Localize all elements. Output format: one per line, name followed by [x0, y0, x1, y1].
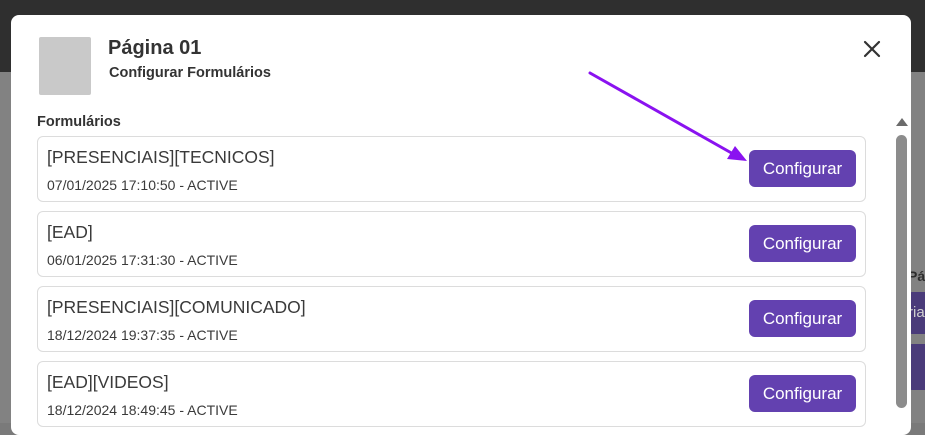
- configure-forms-modal: Página 01 Configurar Formulários Formulá…: [11, 15, 911, 435]
- configure-button[interactable]: Configurar: [749, 300, 856, 337]
- close-icon-glyph: [863, 40, 881, 58]
- form-name: [EAD][VIDEOS]: [47, 372, 169, 392]
- form-name: [PRESENCIAIS][COMUNICADO]: [47, 297, 306, 317]
- configure-button[interactable]: Configurar: [749, 375, 856, 412]
- form-card: [EAD] 06/01/2025 17:31:30 - ACTIVE Confi…: [37, 211, 866, 277]
- modal-subtitle: Configurar Formulários: [109, 65, 271, 81]
- configure-button[interactable]: Configurar: [749, 225, 856, 262]
- scroll-up-arrow-icon[interactable]: [896, 118, 908, 126]
- section-label: Formulários: [37, 114, 121, 130]
- form-meta: 18/12/2024 19:37:35 - ACTIVE: [47, 327, 238, 343]
- form-meta: 18/12/2024 18:49:45 - ACTIVE: [47, 402, 238, 418]
- configure-button[interactable]: Configurar: [749, 150, 856, 187]
- form-meta: 07/01/2025 17:10:50 - ACTIVE: [47, 177, 238, 193]
- form-card: [PRESENCIAIS][COMUNICADO] 18/12/2024 19:…: [37, 286, 866, 352]
- form-card: [PRESENCIAIS][TECNICOS] 07/01/2025 17:10…: [37, 136, 866, 202]
- form-card: [EAD][VIDEOS] 18/12/2024 18:49:45 - ACTI…: [37, 361, 866, 427]
- modal-title: Página 01: [108, 37, 202, 59]
- form-name: [PRESENCIAIS][TECNICOS]: [47, 147, 275, 167]
- close-icon[interactable]: [860, 37, 884, 61]
- form-name: [EAD]: [47, 222, 93, 242]
- scrollbar-thumb[interactable]: [896, 135, 907, 408]
- page-thumbnail: [39, 37, 91, 95]
- form-meta: 06/01/2025 17:31:30 - ACTIVE: [47, 252, 238, 268]
